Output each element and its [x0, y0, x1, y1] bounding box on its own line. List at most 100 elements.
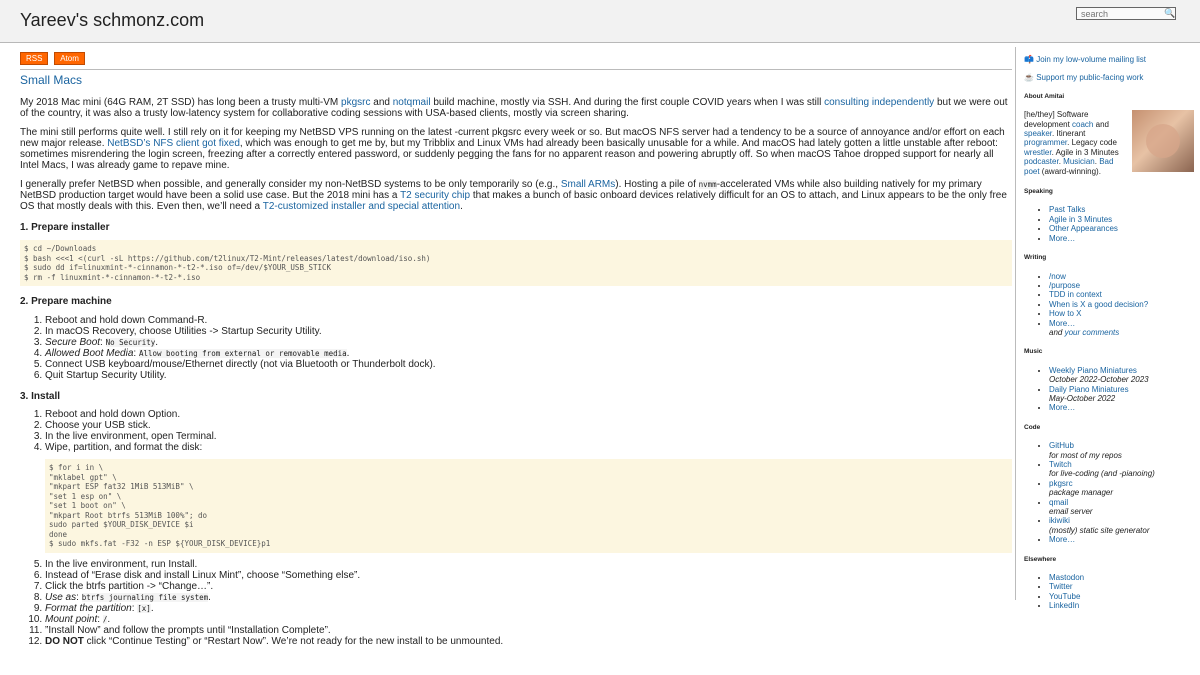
list-item: Instead of “Erase disk and install Linux…	[45, 570, 1012, 581]
list-item: Reboot and hold down Option.	[45, 409, 1012, 420]
list-item: /now	[1049, 272, 1194, 281]
list-item: More…	[1049, 403, 1194, 412]
music-subtitle: October 2022-October 2023	[1049, 375, 1149, 385]
text: Allowed Boot Media	[45, 347, 134, 359]
writing-link[interactable]: TDD in context	[1049, 290, 1102, 299]
list-item: Connect USB keyboard/mouse/Ethernet dire…	[45, 359, 1012, 370]
paragraph-3: I generally prefer NetBSD when possible,…	[20, 179, 1012, 212]
list-item: In macOS Recovery, choose Utilities -> S…	[45, 326, 1012, 337]
list-item: Past Talks	[1049, 205, 1194, 214]
paragraph-1: My 2018 Mac mini (64G RAM, 2T SSD) has l…	[20, 97, 1012, 119]
list-item: Format the partition: [x].	[45, 603, 1012, 614]
music-link[interactable]: Daily Piano Miniatures	[1049, 385, 1129, 394]
text: . Agile in 3 Minutes	[1051, 147, 1119, 157]
paragraph-2: The mini still performs quite well. I st…	[20, 127, 1012, 171]
musician-link[interactable]: Musician	[1063, 157, 1095, 166]
text: In the live environment, run Install.	[45, 558, 198, 570]
code-line: $ cd ~/Downloads	[24, 244, 97, 254]
code-link[interactable]: Twitch	[1049, 460, 1072, 469]
text: :	[97, 613, 103, 625]
text: (award-winning).	[1039, 166, 1101, 176]
list-item: Click the btrfs partition -> “Change…”.	[45, 581, 1012, 592]
consulting-link[interactable]: consulting independently	[824, 97, 934, 108]
code-link[interactable]: pkgsrc	[1049, 479, 1073, 488]
speaker-link[interactable]: speaker	[1024, 129, 1052, 138]
music-heading: Music	[1024, 348, 1043, 356]
sidebar-divider	[1015, 47, 1016, 600]
text: .	[346, 347, 350, 359]
twitter-link[interactable]: Twitter	[1049, 582, 1073, 591]
mastodon-link[interactable]: Mastodon	[1049, 573, 1084, 582]
code-list: GitHubfor most of my repos Twitchfor liv…	[1024, 441, 1194, 544]
code-subtitle: email server	[1049, 507, 1093, 517]
mailbox-icon: 📫	[1024, 55, 1034, 64]
text: Instead of “Erase disk and install Linux…	[45, 569, 361, 581]
code-subtitle: package manager	[1049, 488, 1114, 498]
inline-code: [x]	[137, 603, 151, 613]
nfs-client-link[interactable]: NetBSD’s NFS client got fixed	[107, 138, 240, 149]
search-input[interactable]	[1076, 7, 1176, 20]
speaking-link[interactable]: Past Talks	[1049, 205, 1085, 214]
text: . Legacy code	[1067, 138, 1117, 148]
writing-link[interactable]: More…	[1049, 319, 1075, 328]
notqmail-link[interactable]: notqmail	[393, 97, 431, 108]
speaking-link[interactable]: More…	[1049, 234, 1075, 243]
about-text: [he/they] Software development coach and…	[1024, 110, 1128, 176]
code-line: "set 1 esp on" \	[49, 491, 122, 501]
list-item: When is X a good decision?	[1049, 300, 1194, 309]
youtube-link[interactable]: YouTube	[1049, 592, 1080, 601]
inline-code: Allow booting from external or removable…	[138, 348, 347, 358]
text: ”Install Now” and follow the prompts unt…	[45, 624, 331, 636]
music-link[interactable]: Weekly Piano Miniatures	[1049, 366, 1137, 375]
support-link[interactable]: Support my public-facing work	[1036, 73, 1143, 82]
rss-button[interactable]: RSS	[20, 52, 49, 66]
list-item: Wipe, partition, and format the disk:	[45, 442, 1012, 453]
writing-link[interactable]: How to X	[1049, 309, 1081, 318]
list-item: Quit Startup Security Utility.	[45, 370, 1012, 381]
list-item: Use as: btrfs journaling file system.	[45, 592, 1012, 603]
writing-link[interactable]: /now	[1049, 272, 1066, 281]
feed-links: RSS Atom	[20, 52, 1012, 66]
writing-link[interactable]: When is X a good decision?	[1049, 300, 1148, 309]
writing-link[interactable]: /purpose	[1049, 281, 1080, 290]
code-link[interactable]: GitHub	[1049, 441, 1074, 450]
list-item: /purpose	[1049, 281, 1194, 290]
code-line: "mkpart ESP fat32 1MiB 513MiB" \	[49, 482, 194, 492]
list-item: More…and your comments	[1049, 319, 1194, 338]
list-item: Other Appearances	[1049, 224, 1194, 233]
text: .	[208, 591, 211, 603]
programmer-link[interactable]: programmer	[1024, 138, 1067, 147]
post-title[interactable]: Small Macs	[20, 73, 1012, 88]
section-heading-1: 1. Prepare installer	[20, 221, 110, 233]
list-item: ikiwiki(mostly) static site generator	[1049, 516, 1194, 535]
coach-link[interactable]: coach	[1072, 120, 1093, 129]
list-item: Mastodon	[1049, 573, 1194, 582]
small-arms-link[interactable]: Small ARMs	[561, 179, 615, 190]
sidebar: 📫 Join my low-volume mailing list ☕ Supp…	[1024, 55, 1194, 621]
inline-code: No Security	[105, 337, 156, 347]
elsewhere-heading: Elsewhere	[1024, 555, 1057, 563]
list-item: ”Install Now” and follow the prompts unt…	[45, 625, 1012, 636]
code-link[interactable]: More…	[1049, 535, 1075, 544]
wrestler-link[interactable]: wrestler	[1024, 148, 1052, 157]
pkgsrc-link[interactable]: pkgsrc	[341, 97, 370, 108]
music-list: Weekly Piano MiniaturesOctober 2022-Octo…	[1024, 366, 1194, 413]
linkedin-link[interactable]: LinkedIn	[1049, 601, 1079, 610]
list-item: Twitchfor live-coding (and -pianoing)	[1049, 460, 1194, 479]
text: Quit Startup Security Utility.	[45, 369, 167, 381]
list-item: GitHubfor most of my repos	[1049, 441, 1194, 460]
list-item: Weekly Piano MiniaturesOctober 2022-Octo…	[1049, 366, 1194, 385]
t2-chip-link[interactable]: T2 security chip	[400, 190, 470, 201]
mailing-list-link[interactable]: Join my low-volume mailing list	[1036, 55, 1146, 64]
t2-installer-link[interactable]: T2-customized installer and special atte…	[263, 201, 460, 212]
list-item: Secure Boot: No Security.	[45, 337, 1012, 348]
speaking-link[interactable]: Agile in 3 Minutes	[1049, 215, 1112, 224]
podcaster-link[interactable]: podcaster	[1024, 157, 1059, 166]
code-link[interactable]: ikiwiki	[1049, 516, 1070, 525]
speaking-link[interactable]: Other Appearances	[1049, 224, 1118, 233]
comments-link[interactable]: your comments	[1065, 328, 1120, 337]
code-link[interactable]: qmail	[1049, 498, 1068, 507]
atom-button[interactable]: Atom	[54, 52, 85, 66]
music-link[interactable]: More…	[1049, 403, 1075, 412]
site-title[interactable]: Yareev's schmonz.com	[20, 10, 204, 31]
